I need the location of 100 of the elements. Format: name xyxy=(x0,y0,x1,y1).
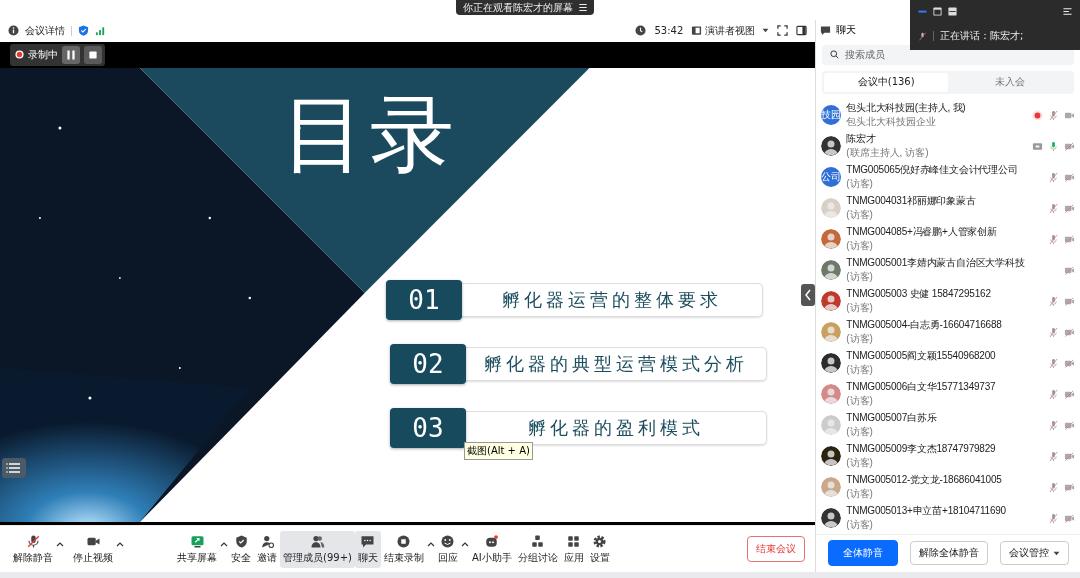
toolbar-button[interactable]: 应用 xyxy=(560,530,587,568)
panel-button[interactable]: 解除全体静音 xyxy=(909,541,988,566)
camera-off-icon[interactable] xyxy=(1064,202,1075,214)
camera-off-icon[interactable] xyxy=(1064,388,1075,400)
caret-icon xyxy=(1052,550,1060,556)
member-name: TMG005065倪好赤峰佳文会计代理公司 xyxy=(846,163,1019,178)
caret-icon xyxy=(762,28,770,34)
panel-title: 聊天 xyxy=(836,23,857,38)
pause-button[interactable] xyxy=(62,45,80,64)
member-name: TNMG005005阎文颖15540968200 xyxy=(846,349,997,364)
member-role: (访客) xyxy=(846,239,874,254)
muted-mic-icon[interactable] xyxy=(1048,233,1059,245)
member-role: (访客) xyxy=(846,208,874,223)
member-name: TNMG005004-白志勇-16604716688 xyxy=(846,318,1003,333)
muted-mic-icon[interactable] xyxy=(1048,512,1059,524)
member-role: (访客) xyxy=(846,487,874,502)
view-dropdown[interactable]: 演讲者视图 xyxy=(691,23,770,38)
toolbar-button[interactable]: 回应 xyxy=(434,530,461,568)
toolbar-button[interactable]: 结束录制 xyxy=(380,530,427,568)
camera-off-icon[interactable] xyxy=(1064,450,1075,462)
toolbar-button[interactable]: 停止视频 xyxy=(70,530,116,568)
layout-icon[interactable] xyxy=(948,6,957,16)
member-name: 包头北大科技园(主持人, 我) xyxy=(846,101,967,116)
toolbar-button[interactable]: 聊天 xyxy=(354,530,381,568)
toolbar-button[interactable]: 解除静音 xyxy=(10,530,56,568)
muted-mic-icon[interactable] xyxy=(1048,481,1059,493)
stop-button[interactable] xyxy=(84,45,102,64)
member-role: (联席主持人, 访客) xyxy=(846,146,930,161)
muted-mic-icon[interactable] xyxy=(1048,171,1059,183)
chat-icon xyxy=(820,24,832,36)
blocks-icon xyxy=(530,533,546,549)
stop-record-icon xyxy=(396,533,412,549)
toolbar-button[interactable]: 分组讨论 xyxy=(514,530,561,568)
camera-off-icon[interactable] xyxy=(1064,357,1075,369)
caret-icon[interactable] xyxy=(56,541,64,548)
camera-off-icon[interactable] xyxy=(1064,512,1075,524)
muted-mic-icon[interactable] xyxy=(1048,419,1059,431)
toolbar-button[interactable]: 管理成员(99+) xyxy=(280,530,355,568)
emoji-icon xyxy=(440,533,456,549)
banner-text: 你正在观看陈宏才的屏幕 xyxy=(462,0,573,15)
shield-icon[interactable] xyxy=(78,25,89,37)
search-icon xyxy=(830,50,840,60)
dropdown-button[interactable]: 会议管控 xyxy=(999,541,1069,566)
info-icon[interactable] xyxy=(8,25,19,37)
camera-off-icon[interactable] xyxy=(1064,326,1075,338)
camera-off-icon[interactable] xyxy=(1064,295,1075,307)
avatar-icon xyxy=(821,415,842,436)
muted-mic-icon[interactable] xyxy=(1048,388,1059,400)
window-icon[interactable] xyxy=(933,6,942,16)
muted-mic-icon[interactable] xyxy=(1048,357,1059,369)
chat-icon xyxy=(360,533,376,549)
member-name: TNMG005001李婧内蒙古自治区大学科技 xyxy=(846,256,1026,271)
camera-off-icon[interactable] xyxy=(1064,233,1075,245)
toolbar-button[interactable]: AI小助手 xyxy=(468,530,515,568)
toolbar-button[interactable]: 设置 xyxy=(586,530,613,568)
sidebar-layout-icon[interactable] xyxy=(796,25,808,37)
meeting-timer: 53:42 xyxy=(654,25,684,37)
member-role: (访客) xyxy=(846,456,874,471)
search-input[interactable]: 搜索成员 xyxy=(845,49,1066,61)
muted-mic-icon xyxy=(918,31,927,41)
camera-off-icon[interactable] xyxy=(1064,140,1075,152)
muted-mic-icon[interactable] xyxy=(1048,326,1059,338)
member-name: TNMG005006白文华15771349737 xyxy=(846,380,997,395)
muted-mic-icon[interactable] xyxy=(1048,450,1059,462)
caret-icon[interactable] xyxy=(426,541,435,548)
end-meeting-button[interactable]: 结束会议 xyxy=(747,536,806,563)
list-button[interactable] xyxy=(2,457,26,478)
member-role: (访客) xyxy=(846,177,874,192)
muted-mic-icon[interactable] xyxy=(1048,109,1059,121)
caret-icon[interactable] xyxy=(460,541,469,548)
mic-icon[interactable] xyxy=(1048,140,1059,152)
fullscreen-icon[interactable] xyxy=(777,25,789,37)
camera-off-icon[interactable] xyxy=(1064,171,1075,183)
muted-mic-icon[interactable] xyxy=(1048,295,1059,307)
tab[interactable]: 会议中(136) xyxy=(824,73,949,92)
avatar-icon xyxy=(821,291,842,312)
camera-off-icon[interactable] xyxy=(1064,419,1075,431)
menu-icon[interactable]: ☰ xyxy=(578,2,588,13)
agenda-item: 孵化器运营的整体要求 xyxy=(462,283,763,318)
agenda-item: 孵化器的典型运营模式分析 xyxy=(466,347,767,382)
member-role: (访客) xyxy=(846,270,874,285)
meeting-details-link[interactable]: 会议详情 xyxy=(25,23,65,38)
member-name: TNMG005007白苏乐 xyxy=(846,411,938,426)
toolbar-button[interactable]: 邀请 xyxy=(254,530,280,568)
add-person-icon xyxy=(259,533,275,549)
toolbar-button[interactable]: 共享屏幕 xyxy=(174,530,220,568)
record-dot-icon xyxy=(15,50,24,60)
camera-off-icon[interactable] xyxy=(1064,481,1075,493)
panel-button[interactable]: 全体静音 xyxy=(827,540,898,567)
camera-off-icon[interactable] xyxy=(1064,264,1075,276)
share-screen-icon xyxy=(189,533,205,549)
avatar: 技园 xyxy=(821,105,842,126)
collapse-button[interactable] xyxy=(801,283,816,306)
menu-icon[interactable] xyxy=(1063,6,1072,16)
caret-icon[interactable] xyxy=(220,541,228,548)
muted-mic-icon[interactable] xyxy=(1048,202,1059,214)
caret-icon[interactable] xyxy=(116,541,124,548)
toolbar-button[interactable]: 安全 xyxy=(228,530,254,568)
tab[interactable]: 未入会 xyxy=(948,73,1072,92)
clock-icon xyxy=(635,25,647,37)
